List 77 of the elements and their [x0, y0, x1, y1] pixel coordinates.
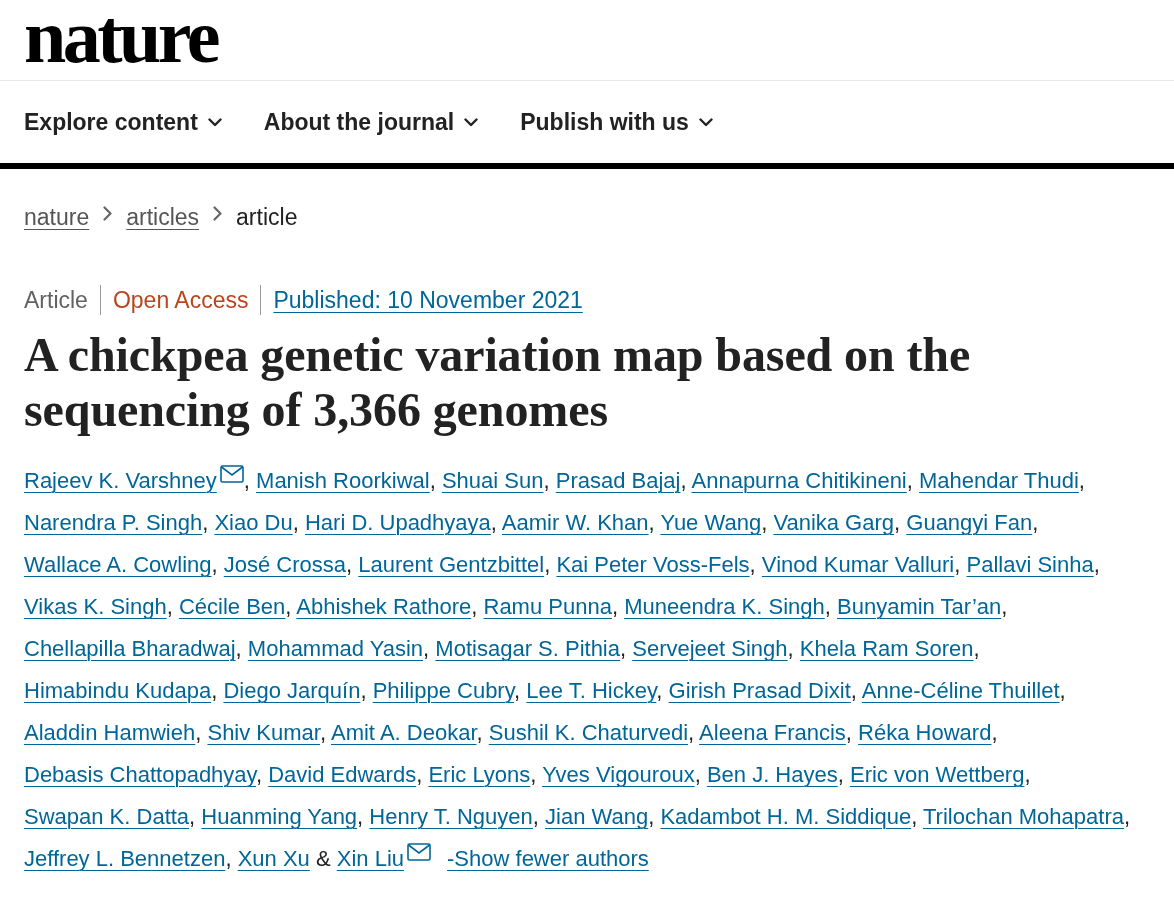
author-link[interactable]: Cécile Ben [178, 594, 286, 619]
envelope-icon[interactable] [407, 843, 432, 861]
author-link[interactable]: Servejeet Singh [632, 636, 788, 661]
author-link[interactable]: Hari D. Upadhyaya [304, 510, 491, 535]
author-link[interactable]: Annapurna Chitikineni [691, 468, 907, 493]
author-link[interactable]: Sushil K. Chaturvedi [488, 720, 689, 745]
author-link[interactable]: Jian Wang [545, 804, 649, 829]
author-link[interactable]: Yves Vigouroux [542, 762, 695, 787]
author-link[interactable]: Aladdin Hamwieh [24, 720, 196, 745]
author-link[interactable]: Diego Jarquín [223, 678, 361, 703]
author-link[interactable]: Aleena Francis [699, 720, 846, 745]
author-link[interactable]: Ramu Punna [483, 594, 612, 619]
author-link[interactable]: Eric von Wettberg [850, 762, 1025, 787]
author-link[interactable]: Narendra P. Singh [24, 510, 203, 535]
author-link[interactable]: Huanming Yang [201, 804, 358, 829]
author-link[interactable]: Guangyi Fan [906, 510, 1033, 535]
open-access-label: Open Access [112, 286, 249, 315]
author-link[interactable]: Debasis Chattopadhyay [24, 762, 256, 787]
author-link[interactable]: Shiv Kumar [207, 720, 320, 745]
chevron-down-icon [207, 117, 222, 127]
author-link[interactable]: Swapan K. Datta [24, 804, 190, 829]
author-link[interactable]: Vinod Kumar Valluri [761, 552, 955, 577]
author-link[interactable]: Chellapilla Bharadwaj [24, 636, 236, 661]
chevron-down-icon [464, 117, 479, 127]
author-link[interactable]: Muneendra K. Singh [624, 594, 825, 619]
author-link[interactable]: José Crossa [223, 552, 346, 577]
article-title: A chickpea genetic variation map based on the sequencing of 3,366 genomes [24, 327, 972, 437]
nature-logo[interactable]: nature [24, 0, 217, 74]
nav-menu-button[interactable]: Explore content [24, 108, 222, 136]
author-link[interactable]: Anne-Céline Thuillet [861, 678, 1060, 703]
chevron-down-icon [698, 117, 713, 127]
author-link[interactable]: Abhishek Rathore [296, 594, 472, 619]
author-link[interactable]: Jeffrey L. Bennetzen [24, 846, 226, 871]
article-type-label: Article [24, 286, 88, 315]
current-page-text: article [236, 203, 298, 232]
author-link[interactable]: Lee T. Hickey [526, 678, 657, 703]
author-link[interactable]: Réka Howard [858, 720, 992, 745]
author-link[interactable]: Xiao Du [214, 510, 293, 535]
published-date-link[interactable]: Published: 10 November 2021 [273, 285, 583, 315]
author-link[interactable]: Vanika Garg [773, 510, 895, 535]
chevron-right-icon [103, 205, 113, 221]
author-link[interactable]: Rajeev K. Varshney [24, 468, 217, 493]
author-link[interactable]: Girish Prasad Dixit [668, 678, 851, 703]
chevron-right-icon [213, 205, 223, 221]
show-fewer-authors-link[interactable]: -Show fewer authors [447, 846, 649, 871]
author-link[interactable]: Kai Peter Voss-Fels [556, 552, 750, 577]
author-link[interactable]: Wallace A. Cowling [24, 552, 212, 577]
author-link[interactable]: Prasad Bajaj [555, 468, 681, 493]
author-link[interactable]: Vikas K. Singh [24, 594, 167, 619]
author-link[interactable]: Xin Liu [336, 846, 405, 871]
author-link[interactable]: Yue Wang [660, 510, 762, 535]
author-link[interactable]: Shuai Sun [441, 468, 544, 493]
author-link[interactable]: Himabindu Kudapa [24, 678, 212, 703]
author-link[interactable]: Henry T. Nguyen [369, 804, 533, 829]
nav-menu-button[interactable]: Publish with us [520, 108, 713, 136]
breadcrumb-link[interactable]: articles [126, 202, 200, 232]
author-link[interactable]: Ben J. Hayes [706, 762, 838, 787]
author-link[interactable]: Mahendar Thudi [919, 468, 1079, 493]
author-link[interactable]: Eric Lyons [428, 762, 531, 787]
author-link[interactable]: Aamir W. Khan [501, 510, 649, 535]
author-list: Rajeev K. Varshney , Manish Roorkiwal, Shuai Sun, Prasad Bajaj, Annapurna Chitikineni, Mahendar Thudi, Narendra P. Singh, Xiao Du, Hari D. Upadhyaya, Aamir W. Khan, Yue Wang, Vanika Garg, Guangyi Fan, Wallace A. Cowling, José Crossa, Laurent Gentzbittel, Kai Peter Voss-Fels, Vinod Kumar Valluri, Pallavi Sinha, Vikas K. Singh, Cécile Ben, Abhishek Rathore, Ramu Punna, Muneendra K. Singh, Bunyamin Tar’an, Chellapilla Bharadwaj, Mohammad Yasin, Motisagar S. Pithia, Servejeet Singh, Khela Ram Soren, Himabindu Kudapa, Diego Jarquín, Philippe Cubry, Lee T. Hickey, Girish Prasad Dixit, Anne-Céline Thuillet, Aladdin Hamwieh, Shiv Kumar, Amit A. Deokar, Sushil K. Chaturvedi, Aleena Francis, Réka Howard, Debasis Chattopadhyay, David Edwards, Eric Lyons, Yves Vigouroux, Ben J. Hayes, Eric von Wettberg, Swapan K. Datta, Huanming Yang, Henry T. Nguyen, Jian Wang, Kadambot H. M. Siddique, Trilochan Mohapatra, Jeffrey L. Bennetzen, Xun Xu & Xin Liu -Show fewer authors [24, 460, 1150, 880]
author-link[interactable]: Philippe Cubry [372, 678, 515, 703]
author-link[interactable]: Amit A. Deokar [331, 720, 477, 745]
author-link[interactable]: Manish Roorkiwal [256, 468, 430, 493]
envelope-icon[interactable] [219, 465, 244, 483]
breadcrumb-link[interactable]: nature [24, 202, 90, 232]
author-link[interactable]: Pallavi Sinha [966, 552, 1094, 577]
author-link[interactable]: Bunyamin Tar’an [837, 594, 1002, 619]
author-link[interactable]: Khela Ram Soren [799, 636, 974, 661]
author-link[interactable]: David Edwards [268, 762, 417, 787]
author-link[interactable]: Mohammad Yasin [247, 636, 424, 661]
author-link[interactable]: Xun Xu [237, 846, 310, 871]
author-link[interactable]: Motisagar S. Pithia [435, 636, 620, 661]
author-link[interactable]: Kadambot H. M. Siddique [660, 804, 912, 829]
author-link[interactable]: Trilochan Mohapatra [923, 804, 1124, 829]
nav-menu-button[interactable]: About the journal [263, 108, 479, 136]
author-link[interactable]: Laurent Gentzbittel [358, 552, 545, 577]
